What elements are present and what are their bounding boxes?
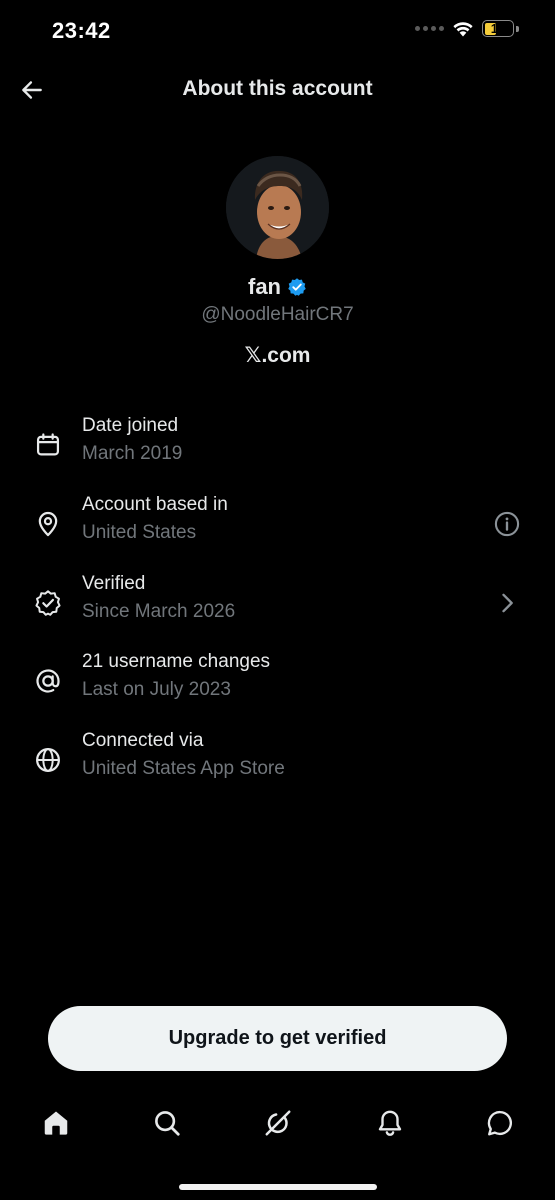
- info-row-date-joined: Date joined March 2019: [0, 415, 555, 481]
- home-indicator: [179, 1184, 377, 1190]
- status-icons: 13: [415, 20, 519, 37]
- avatar[interactable]: [226, 156, 329, 259]
- battery-icon: 13: [482, 20, 514, 37]
- wifi-icon: [453, 22, 473, 37]
- nav-search[interactable]: [150, 1106, 184, 1140]
- verified-badge-outline-icon: [35, 590, 61, 616]
- row-title: Account based in: [82, 494, 228, 515]
- row-subtitle: United States App Store: [82, 758, 285, 779]
- avatar-image: [226, 156, 329, 259]
- calendar-icon: [36, 433, 60, 456]
- nav-notifications[interactable]: [373, 1106, 407, 1140]
- page-title: About this account: [182, 77, 373, 100]
- nav-messages[interactable]: [483, 1106, 517, 1140]
- at-sign-icon: [36, 669, 60, 693]
- profile-handle: @NoodleHairCR7: [201, 304, 354, 325]
- verified-badge-icon: [288, 278, 306, 296]
- row-subtitle: Since March 2026: [82, 601, 236, 622]
- info-row-verified[interactable]: Verified Since March 2026: [0, 573, 555, 639]
- upgrade-button[interactable]: Upgrade to get verified: [48, 1006, 507, 1071]
- messages-icon: [487, 1110, 512, 1136]
- profile-site: 𝕏.com: [244, 344, 311, 367]
- grok-icon: [265, 1110, 291, 1136]
- profile-name-row: fan: [0, 274, 555, 300]
- bottom-nav: [0, 1100, 555, 1150]
- info-row-account-based-in: Account based in United States: [0, 494, 555, 560]
- nav-grok[interactable]: [261, 1106, 295, 1140]
- info-row-username-changes: 21 username changes Last on July 2023: [0, 651, 555, 717]
- row-subtitle: United States: [82, 522, 197, 543]
- row-title: Connected via: [82, 730, 204, 751]
- battery-level: 13: [490, 21, 506, 36]
- info-icon[interactable]: [493, 510, 521, 538]
- row-subtitle: Last on July 2023: [82, 679, 231, 700]
- search-icon: [155, 1111, 180, 1136]
- location-pin-icon: [38, 512, 58, 537]
- chevron-right-icon[interactable]: [493, 589, 521, 617]
- row-title: Date joined: [82, 415, 179, 436]
- status-time: 23:42: [52, 18, 111, 43]
- notifications-bell-icon: [378, 1110, 402, 1136]
- globe-icon: [36, 748, 60, 772]
- info-row-connected-via: Connected via United States App Store: [0, 730, 555, 796]
- nav-home[interactable]: [39, 1106, 73, 1140]
- profile-name: fan: [248, 274, 281, 299]
- signal-dots-icon: [415, 26, 444, 31]
- home-icon: [44, 1111, 68, 1135]
- row-title: 21 username changes: [82, 651, 271, 672]
- battery-nub: [516, 25, 519, 32]
- row-title: Verified: [82, 573, 146, 594]
- row-subtitle: March 2019: [82, 443, 183, 464]
